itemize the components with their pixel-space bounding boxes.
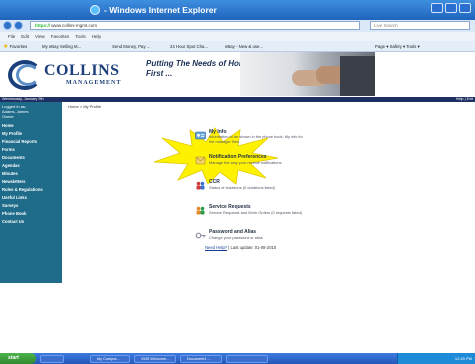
- favorite-link-3[interactable]: 24 Hour Spot Cha...: [170, 41, 208, 52]
- entry-my-info[interactable]: My Info Information to be shown in the p…: [195, 129, 395, 148]
- forward-icon[interactable]: [14, 21, 23, 30]
- taskbar-item-document[interactable]: Document1 ...: [180, 355, 222, 363]
- minimize-button[interactable]: [431, 3, 443, 13]
- web-page: COLLINS MANAGEMENT Putting The Needs of …: [0, 52, 475, 353]
- sidebar-item-forms[interactable]: Forms: [0, 146, 62, 154]
- search-input[interactable]: Live Search: [370, 21, 470, 30]
- breadcrumb: Home > My Profile: [68, 104, 102, 109]
- command-bar-tools[interactable]: Page ▾ Safety ▾ Tools ▾: [375, 41, 420, 52]
- service-people-icon: [196, 206, 205, 215]
- menu-view[interactable]: View: [35, 32, 45, 41]
- last-update-text: | Last update: 01-08-2010: [228, 245, 277, 250]
- menu-bar: File Edit View Favorites Tools Help: [0, 32, 475, 41]
- handshake-photo: [240, 52, 375, 96]
- star-icon: ★: [3, 44, 9, 50]
- menu-help[interactable]: Help: [92, 32, 101, 41]
- logo-inner-arc-icon: [16, 64, 40, 86]
- logo-subtitle: MANAGEMENT: [66, 80, 122, 86]
- favorite-link-1[interactable]: My eBay Selling M...: [42, 41, 81, 52]
- url-field[interactable]: https:// www.collins-mgmt.com: [30, 21, 360, 30]
- favorite-link-4[interactable]: eBay - New & use...: [225, 41, 263, 52]
- logo-name: COLLINS: [44, 62, 120, 79]
- help-link[interactable]: Help: [456, 97, 464, 101]
- window-controls: [431, 3, 471, 13]
- sidebar-item-rules[interactable]: Rules & Regulations: [0, 186, 62, 194]
- people-icon: [196, 181, 205, 190]
- url-text: www.collins-mgmt.com: [51, 23, 98, 28]
- page-footer: Need Help? | Last update: 01-08-2010: [205, 245, 276, 250]
- sidebar-item-financial-reports[interactable]: Financial Reports: [0, 138, 62, 146]
- sidebar-item-surveys[interactable]: Surveys: [0, 202, 62, 210]
- menu-tools[interactable]: Tools: [75, 32, 86, 41]
- entry-service-requests[interactable]: Service Requests Service Requests and Wo…: [195, 204, 395, 223]
- quick-launch[interactable]: [40, 355, 64, 363]
- favorite-link-2[interactable]: Send Money, Pay ...: [112, 41, 150, 52]
- taskbar-item-my-computer[interactable]: My Comput...: [90, 355, 130, 363]
- maximize-button[interactable]: [445, 3, 457, 13]
- sidebar-item-newsletters[interactable]: Newsletters: [0, 178, 62, 186]
- back-icon[interactable]: [3, 21, 12, 30]
- current-date: Wednesday, January 9th: [2, 97, 44, 101]
- sidebar-nav: Logged in as: Adams, James Owner Home My…: [0, 102, 62, 283]
- profile-menu: My Info Information to be shown in the p…: [195, 129, 395, 254]
- user-role: Owner: [2, 114, 14, 119]
- taskbar: start My Comput... VMS Welcome... Docume…: [0, 353, 475, 364]
- id-card-icon: [195, 131, 206, 140]
- suit-shape: [340, 56, 375, 96]
- sidebar-item-home[interactable]: Home: [0, 122, 62, 130]
- menu-favorites[interactable]: Favorites: [51, 32, 70, 41]
- sidebar-item-minutes[interactable]: Minutes: [0, 170, 62, 178]
- favorites-bar: ★ Favorites My eBay Selling M... Send Mo…: [0, 41, 475, 52]
- notification-icon: [195, 156, 206, 165]
- sidebar-item-my-profile[interactable]: My Profile: [0, 130, 62, 138]
- taskbar-item-browser[interactable]: [226, 355, 268, 363]
- entry-description: Change your password or alias: [209, 235, 263, 240]
- sidebar-item-useful-links[interactable]: Useful Links: [0, 194, 62, 202]
- collins-logo[interactable]: COLLINS MANAGEMENT: [8, 58, 136, 92]
- favorites-label: Favorites: [9, 44, 28, 49]
- sidebar-item-agendas[interactable]: Agendas: [0, 162, 62, 170]
- entry-description: Manage the way your receive notification…: [209, 160, 283, 165]
- key-icon: [195, 232, 206, 239]
- sidebar-item-documents[interactable]: Documents: [0, 154, 62, 162]
- entry-description: Information to be shown in the phone boo…: [209, 134, 303, 144]
- address-bar: https:// www.collins-mgmt.com Live Searc…: [0, 20, 475, 32]
- entry-notification-preferences[interactable]: Notification Preferences Manage the way …: [195, 154, 395, 173]
- sidebar-item-phone-book[interactable]: Phone Book: [0, 210, 62, 218]
- window-title: - Windows Internet Explorer: [104, 5, 217, 15]
- taskbar-item-welcome[interactable]: VMS Welcome...: [134, 355, 176, 363]
- login-info: Logged in as: Adams, James Owner: [0, 102, 62, 122]
- date-strip: Wednesday, January 9th Help | Exit: [0, 97, 475, 102]
- title-bar: - Windows Internet Explorer: [0, 0, 475, 22]
- exit-link[interactable]: Exit: [467, 97, 473, 101]
- url-prefix: https://: [35, 23, 50, 28]
- nav-buttons: [3, 21, 23, 30]
- entry-ccr[interactable]: CCR Status of violations (0 violations l…: [195, 179, 395, 198]
- entry-description: Status of violations (0 violations liste…: [209, 185, 275, 190]
- need-help-link[interactable]: Need Help?: [205, 245, 227, 250]
- start-button[interactable]: start: [0, 353, 36, 364]
- close-button[interactable]: [459, 3, 471, 13]
- ie-logo-icon: [90, 5, 100, 15]
- sidebar-item-contact-us[interactable]: Contact Us: [0, 218, 62, 226]
- system-tray: 12:45 PM: [397, 353, 475, 364]
- clock: 12:45 PM: [454, 356, 472, 361]
- menu-edit[interactable]: Edit: [21, 32, 29, 41]
- site-banner: COLLINS MANAGEMENT Putting The Needs of …: [0, 52, 475, 97]
- menu-file[interactable]: File: [8, 32, 15, 41]
- entry-description: Service Requests and Work Orders (0 requ…: [209, 210, 303, 215]
